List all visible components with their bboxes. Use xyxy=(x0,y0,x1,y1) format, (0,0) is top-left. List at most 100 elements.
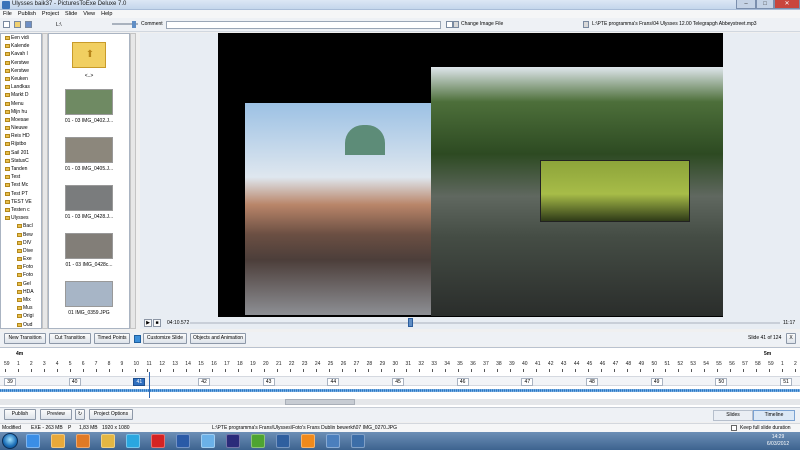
tree-item[interactable]: Bew xyxy=(1,231,41,239)
tree-item[interactable]: TEST VE xyxy=(1,198,41,206)
tree-item[interactable]: DIV xyxy=(1,239,41,247)
itunes-icon[interactable] xyxy=(201,434,215,448)
close-button[interactable]: ✕ xyxy=(774,0,800,9)
slide-marker[interactable]: 45 xyxy=(392,378,404,386)
tree-item[interactable]: Markt D xyxy=(1,91,41,99)
menu-help[interactable]: Help xyxy=(98,10,115,18)
new-icon[interactable] xyxy=(3,21,10,28)
slide-marker[interactable]: 49 xyxy=(650,378,663,386)
tree-item[interactable]: Kerstwe xyxy=(1,67,41,75)
tree-item[interactable]: Foto xyxy=(1,263,41,271)
tree-item[interactable]: Sail 201 xyxy=(1,149,41,157)
slide-marker[interactable]: 48 xyxy=(586,378,598,386)
firefox-icon[interactable] xyxy=(76,434,90,448)
tree-item[interactable]: Kerstwe xyxy=(1,59,41,67)
project-options-button[interactable]: Project Options xyxy=(89,409,133,420)
tree-item[interactable]: Ulysses xyxy=(1,214,41,222)
parent-folder-icon[interactable]: ⬆ xyxy=(72,42,106,68)
timeline-scrollbar[interactable] xyxy=(0,399,800,405)
slide-marker[interactable]: 51 xyxy=(780,378,792,386)
tree-item[interactable]: Gel xyxy=(1,280,41,288)
objects-animation-button[interactable]: Objects and Animation xyxy=(190,333,246,344)
preview-button[interactable]: Preview xyxy=(40,409,72,420)
skype-icon[interactable] xyxy=(126,434,140,448)
tree-item[interactable]: Test PT xyxy=(1,190,41,198)
menu-project[interactable]: Project xyxy=(39,10,62,18)
slide-marker-selected[interactable]: 41 xyxy=(133,378,146,386)
file-thumbnail[interactable] xyxy=(65,137,113,163)
tree-item[interactable]: Reis HD xyxy=(1,132,41,140)
slide-marker[interactable]: 44 xyxy=(327,378,340,386)
vlc-icon[interactable] xyxy=(301,434,315,448)
file-thumbnail[interactable] xyxy=(65,185,113,211)
tab-slides[interactable]: Slides xyxy=(713,410,753,421)
minimize-button[interactable]: – xyxy=(736,0,756,9)
open-folder-icon[interactable] xyxy=(14,21,21,28)
tree-item[interactable]: Kalende xyxy=(1,42,41,50)
maximize-button[interactable]: □ xyxy=(756,0,774,9)
publish-button[interactable]: Publish xyxy=(4,409,36,420)
tree-item[interactable]: Test xyxy=(1,173,41,181)
app-icon[interactable] xyxy=(326,434,340,448)
image-file-icon[interactable] xyxy=(453,21,459,28)
tree-item[interactable]: Tanden xyxy=(1,165,41,173)
ps-icon[interactable] xyxy=(226,434,240,448)
word-icon[interactable] xyxy=(176,434,190,448)
playhead[interactable] xyxy=(149,372,150,398)
folder-tree[interactable]: Een vidi Kalende Kavah l Kerstwe Kerstwe Keuk… xyxy=(0,33,42,329)
tree-item[interactable]: Bacl xyxy=(1,222,41,230)
stop-button[interactable]: ■ xyxy=(153,319,161,327)
tree-item[interactable]: Origi xyxy=(1,312,41,320)
ie-icon[interactable] xyxy=(26,434,40,448)
tree-item[interactable]: Mix xyxy=(1,296,41,304)
position-track[interactable] xyxy=(190,322,780,324)
tree-item[interactable]: Mus xyxy=(1,304,41,312)
tab-timeline[interactable]: Timeline xyxy=(753,410,795,421)
tree-item[interactable]: Een vidi xyxy=(1,34,41,42)
menu-file[interactable]: File xyxy=(0,10,15,18)
slide-marker[interactable]: 50 xyxy=(715,378,728,386)
tree-item[interactable]: Mijn hu xyxy=(1,108,41,116)
opera-icon[interactable] xyxy=(151,434,165,448)
position-knob[interactable] xyxy=(408,318,414,327)
text-icon[interactable] xyxy=(446,21,453,28)
file-thumbnail[interactable] xyxy=(65,233,113,259)
tree-item[interactable]: Foto xyxy=(1,271,41,279)
file-thumbnail[interactable] xyxy=(65,281,113,307)
tree-item[interactable]: StatusC xyxy=(1,157,41,165)
slide-marker[interactable]: 39 xyxy=(4,378,16,386)
tree-item[interactable]: Oud xyxy=(1,321,41,328)
slide-marker[interactable]: 43 xyxy=(262,378,275,386)
keep-duration-checkbox[interactable] xyxy=(731,425,737,431)
tree-item[interactable]: Test Mc xyxy=(1,181,41,189)
start-button[interactable] xyxy=(2,433,18,449)
menu-publish[interactable]: Publish xyxy=(15,10,39,18)
menu-view[interactable]: View xyxy=(80,10,98,18)
tree-item[interactable]: Nieuwe xyxy=(1,124,41,132)
tree-item[interactable]: Rijstbo xyxy=(1,140,41,148)
tree-item[interactable]: Landkas xyxy=(1,83,41,91)
tree-item[interactable]: HDA xyxy=(1,288,41,296)
tree-item[interactable]: Keuken xyxy=(1,75,41,83)
slide-image-dublin-street[interactable] xyxy=(245,103,431,315)
play-button[interactable]: ▶ xyxy=(144,319,152,327)
slide-marker[interactable]: 40 xyxy=(68,378,81,386)
loop-icon[interactable]: ↻ xyxy=(75,409,85,420)
menu-slide[interactable]: Slide xyxy=(62,10,80,18)
explorer-icon[interactable] xyxy=(51,434,65,448)
new-transition-button[interactable]: New Transition xyxy=(4,333,46,344)
tree-item[interactable]: Testen c xyxy=(1,206,41,214)
file-list[interactable]: ⬆ <..> 01 - 03 IMG_0402.J... 01 - 03 IMG_… xyxy=(48,33,130,329)
timeline-scroll-thumb[interactable] xyxy=(285,399,355,405)
folder-icon[interactable] xyxy=(101,434,115,448)
file-list-scrollbar[interactable] xyxy=(130,33,136,329)
tree-item[interactable]: Exe xyxy=(1,255,41,263)
tree-item[interactable]: Menu xyxy=(1,100,41,108)
utorrent-icon[interactable] xyxy=(251,434,265,448)
close-slide-button[interactable]: X xyxy=(786,333,796,344)
slide-marker[interactable]: 47 xyxy=(521,378,534,386)
cut-transition-button[interactable]: Cut Transition xyxy=(49,333,91,344)
comment-input[interactable] xyxy=(166,21,441,29)
save-icon[interactable] xyxy=(25,21,32,28)
pte-icon[interactable] xyxy=(351,434,365,448)
